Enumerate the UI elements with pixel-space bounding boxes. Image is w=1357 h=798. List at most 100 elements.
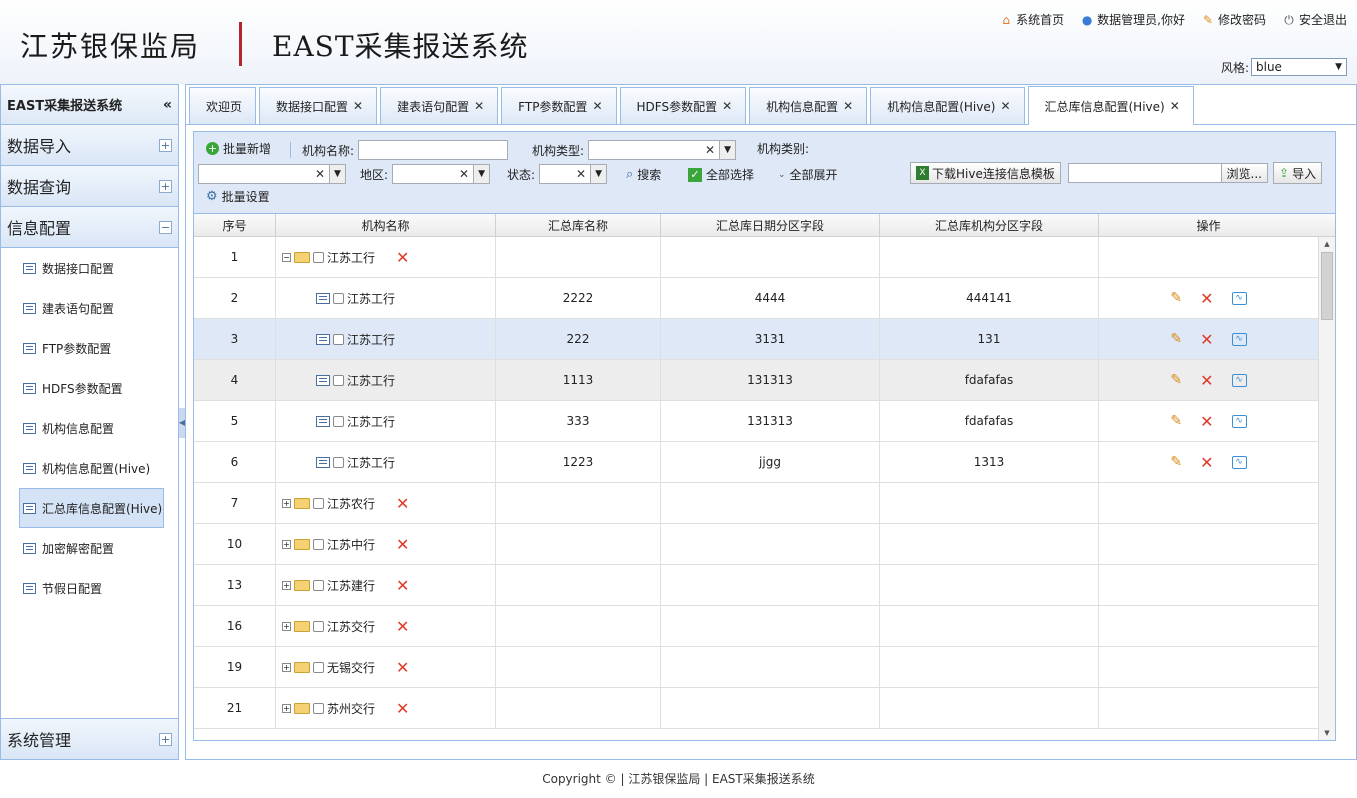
edit-icon[interactable]: ✎ [1170,331,1182,347]
tab-org-info[interactable]: 机构信息配置 ✕ [749,87,868,124]
org-type-select[interactable]: ✕ ▼ [588,140,737,160]
chevron-down-icon[interactable]: ▼ [590,165,607,183]
delete-icon[interactable]: ✕ [1200,330,1213,349]
expand-icon[interactable]: + [282,539,291,549]
browse-button[interactable]: 浏览... [1220,164,1267,182]
edit-icon[interactable]: ✎ [1170,372,1182,388]
tab-ftp[interactable]: FTP参数配置 ✕ [501,87,617,124]
monitor-icon[interactable]: ∿ [1231,332,1247,346]
table-row[interactable]: 6 江苏工行 1223 jjgg 1313 ✎ ✕ ∿ [194,442,1335,483]
edit-icon[interactable]: ✎ [1170,413,1182,429]
org-category-select[interactable]: ✕ ▼ [198,164,346,184]
tab-hdfs[interactable]: HDFS参数配置 ✕ [619,87,747,124]
row-checkbox[interactable] [333,292,344,304]
tab-table-sql[interactable]: 建表语句配置 ✕ [380,87,499,124]
tab-summary-db-hive[interactable]: 汇总库信息配置(Hive) ✕ [1027,86,1194,125]
delete-icon[interactable]: ✕ [396,699,409,718]
chevron-down-icon[interactable]: ▼ [719,141,736,159]
batch-settings-button[interactable]: ⚙ 批量设置 [206,188,270,205]
table-row[interactable]: 4 江苏工行 1113 131313 fdafafas ✎ ✕ ∿ [194,360,1335,401]
expand-icon[interactable]: + [282,662,291,672]
table-row[interactable]: 19 + 无锡交行 ✕ [194,647,1335,688]
grid-scrollbar[interactable]: ▲ ▼ [1318,237,1335,740]
chevron-down-icon[interactable]: ▼ [473,165,490,183]
expand-icon[interactable]: + [159,138,172,152]
close-icon[interactable]: ✕ [722,99,732,113]
close-icon[interactable]: ✕ [592,99,602,113]
style-select[interactable]: blue ▼ [1251,58,1347,76]
expand-icon[interactable]: + [282,580,291,590]
delete-icon[interactable]: ✕ [396,494,409,513]
region-select[interactable]: ✕ ▼ [392,164,491,184]
table-row[interactable]: 10 + 江苏中行 ✕ [194,524,1335,565]
expand-all-button[interactable]: ⌄ 全部展开 [778,166,838,183]
row-checkbox[interactable] [313,497,324,509]
row-checkbox[interactable] [313,702,324,714]
delete-icon[interactable]: ✕ [396,248,409,267]
user-link[interactable]: ● 数据管理员,你好 [1080,11,1185,28]
sidebar-section-config[interactable]: 信息配置 − [1,207,178,248]
scroll-down-icon[interactable]: ▼ [1319,726,1335,740]
row-checkbox[interactable] [313,251,324,263]
delete-icon[interactable]: ✕ [1200,289,1213,308]
delete-icon[interactable]: ✕ [396,617,409,636]
edit-icon[interactable]: ✎ [1170,290,1182,306]
column-header-db-name[interactable]: 汇总库名称 [496,214,661,236]
sidebar-item-data-interface[interactable]: 数据接口配置 [1,248,178,288]
close-icon[interactable]: ✕ [843,99,853,113]
delete-icon[interactable]: ✕ [1200,412,1213,431]
row-checkbox[interactable] [333,333,344,345]
search-button[interactable]: ⌕ 搜索 [626,166,661,183]
status-select[interactable]: ✕ ▼ [539,164,608,184]
table-row[interactable]: 7 + 江苏农行 ✕ [194,483,1335,524]
expand-icon[interactable]: + [282,703,291,713]
delete-icon[interactable]: ✕ [1200,371,1213,390]
sidebar-item-table-sql[interactable]: 建表语句配置 [1,288,178,328]
close-icon[interactable]: ✕ [1000,99,1010,113]
home-link[interactable]: ⌂ 系统首页 [999,11,1064,28]
edit-icon[interactable]: ✎ [1170,454,1182,470]
sidebar-item-hdfs[interactable]: HDFS参数配置 [1,368,178,408]
logout-link[interactable]: ⏻ 安全退出 [1282,11,1347,28]
clear-icon[interactable]: ✕ [455,167,473,181]
sidebar-item-encryption[interactable]: 加密解密配置 [1,528,178,568]
monitor-icon[interactable]: ∿ [1231,373,1247,387]
clear-icon[interactable]: ✕ [311,167,329,181]
table-row[interactable]: 13 + 江苏建行 ✕ [194,565,1335,606]
row-checkbox[interactable] [333,415,344,427]
clear-icon[interactable]: ✕ [572,167,590,181]
collapse-sidebar-icon[interactable]: « [163,97,172,113]
download-template-button[interactable]: X 下载Hive连接信息模板 [910,162,1061,184]
row-checkbox[interactable] [313,579,324,591]
close-icon[interactable]: ✕ [1170,99,1180,113]
close-icon[interactable]: ✕ [353,99,363,113]
expand-icon[interactable]: + [282,498,291,508]
row-checkbox[interactable] [333,374,344,386]
delete-icon[interactable]: ✕ [396,576,409,595]
sidebar-item-org-info[interactable]: 机构信息配置 [1,408,178,448]
expand-icon[interactable]: + [159,179,172,193]
expand-icon[interactable]: + [159,732,172,746]
file-path-input[interactable]: 浏览... [1068,163,1268,183]
row-checkbox[interactable] [313,538,324,550]
import-button[interactable]: ⇪ 导入 [1273,162,1323,184]
tab-welcome[interactable]: 欢迎页 [189,87,257,124]
tab-data-interface[interactable]: 数据接口配置 ✕ [259,87,378,124]
column-header-org-name[interactable]: 机构名称 [276,214,496,236]
table-row[interactable]: 1− 江苏工行 ✕ [194,237,1335,278]
sidebar-item-holidays[interactable]: 节假日配置 [1,568,178,608]
change-password-link[interactable]: ✎ 修改密码 [1201,11,1266,28]
table-row[interactable]: 16 + 江苏交行 ✕ [194,606,1335,647]
column-header-org-field[interactable]: 汇总库机构分区字段 [880,214,1099,236]
sidebar-section-system[interactable]: 系统管理 + [1,718,178,759]
collapse-icon[interactable]: − [159,220,172,234]
column-header-no[interactable]: 序号 [194,214,276,236]
column-header-date-field[interactable]: 汇总库日期分区字段 [661,214,880,236]
table-row[interactable]: 3 江苏工行 222 3131 131 ✎ ✕ ∿ [194,319,1335,360]
monitor-icon[interactable]: ∿ [1231,291,1247,305]
delete-icon[interactable]: ✕ [396,535,409,554]
delete-icon[interactable]: ✕ [1200,453,1213,472]
row-checkbox[interactable] [313,661,324,673]
close-icon[interactable]: ✕ [474,99,484,113]
expand-icon[interactable]: + [282,621,291,631]
